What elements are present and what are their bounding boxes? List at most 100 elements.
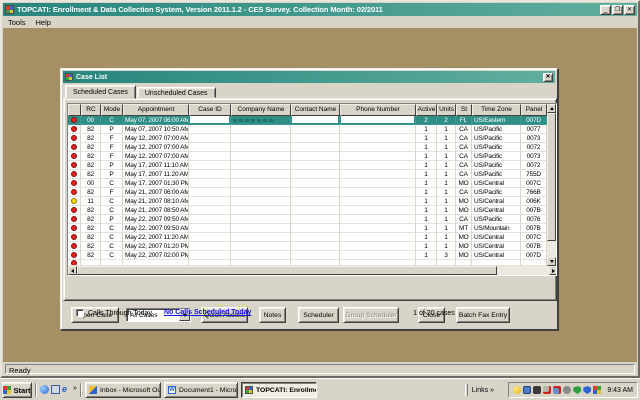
table-row[interactable]: 82FMay 12, 2007 07:00 AM11CAUS/Pacific00… [68,143,556,152]
cell-tz: US/Central [472,179,521,188]
cell-phone [340,143,416,152]
table-row[interactable]: 82CMay 22, 2007 09:50 AM11MTUS/Mountain0… [68,224,556,233]
window-title: TOPCATI: Enrollment & Data Collection Sy… [17,5,383,14]
tab-panel: RCModeAppointmentCase IDCompany NameCont… [63,98,557,301]
close-button[interactable]: ✕ [624,5,635,15]
tray-settings-gear-icon[interactable] [563,386,571,394]
table-row[interactable]: 00CMay 17, 2007 01:30 PM11MOUS/Central00… [68,179,556,188]
column-header-company[interactable]: Company Name [231,104,291,116]
scroll-left-icon[interactable] [68,266,77,275]
cell-st: CA [456,188,472,197]
column-header-appointment[interactable]: Appointment [123,104,189,116]
column-header-active[interactable]: Active [416,104,437,116]
column-header-mode[interactable]: Mode [101,104,123,116]
table-row[interactable]: 11CMay 21, 2007 08:10 AM11MOUS/Central00… [68,197,556,206]
tray-messenger-icon[interactable] [513,386,521,394]
cell-appointment: May 17, 2007 11:10 AM [123,161,189,170]
tab-scheduled-cases[interactable]: Scheduled Cases [65,85,136,99]
cell-appointment: May 22, 2007 09:50 AM [123,224,189,233]
tray-display-alert-icon[interactable] [553,386,561,394]
cell-mode: P [101,125,123,134]
status-text: Ready [5,364,635,374]
cell-dot [68,179,81,188]
tray-antivirus-shield-icon[interactable] [573,386,581,394]
column-header-panel[interactable]: Panel [521,104,547,116]
table-row[interactable]: 82CMay 22, 2007 02:00 PM13MOUS/Central00… [68,251,556,260]
column-header-rc[interactable]: RC [81,104,101,116]
dialog-close-icon[interactable]: ✕ [543,73,553,82]
task-outlook[interactable]: Inbox - Microsoft Outlook. [85,382,161,398]
column-header-contact[interactable]: Contact Name [291,104,340,116]
cell-panel: 007C [521,179,547,188]
quicklaunch-media-player-icon[interactable] [40,385,49,394]
cell-st: CA [456,215,472,224]
table-row[interactable]: 82CMay 22, 2007 01:20 PM11MOUS/Central00… [68,242,556,251]
table-row[interactable]: 82PMay 07, 2007 10:50 AM11CAUS/Pacific00… [68,125,556,134]
restore-button[interactable]: ❐ [612,5,623,15]
quicklaunch-internet-explorer-icon[interactable]: e [62,385,71,394]
links-chevron-icon[interactable]: » [490,387,494,394]
table-row[interactable]: 00CMay 07, 2007 06:00 AM22FLUS/Eastern00… [68,116,556,125]
cell-case_id [189,179,231,188]
column-header-tz[interactable]: Time Zone [472,104,521,116]
table-row[interactable]: 82PMay 17, 2007 11:10 AM11CAUS/Pacific00… [68,161,556,170]
tray-network-disconnected-icon[interactable] [543,386,551,394]
column-header-st[interactable]: St [456,104,472,116]
cell-st: CA [456,125,472,134]
horizontal-scrollbar[interactable] [68,266,557,275]
cell-tz: US/Central [472,242,521,251]
tray-security-shield-icon[interactable] [583,386,591,394]
scroll-up-icon[interactable] [547,104,556,113]
vertical-scroll-thumb[interactable] [547,113,556,241]
tray-display-icon[interactable] [523,386,531,394]
cell-appointment: May 07, 2007 10:50 AM [123,125,189,134]
cell-appointment: May 12, 2007 07:00 AM [123,134,189,143]
cell-company [231,161,291,170]
cell-active: 1 [416,161,437,170]
menu-tools[interactable]: Tools [3,17,31,28]
no-calls-scheduled-link[interactable]: No Calls Scheduled Today [164,309,251,316]
tray-phone-icon[interactable] [533,386,541,394]
table-row[interactable]: 82CMay 22, 2007 11:20 AM11MOUS/Central00… [68,233,556,242]
table-row[interactable]: 82FMay 12, 2007 07:00 AM11CAUS/Pacific00… [68,134,556,143]
quicklaunch-show-desktop-icon[interactable] [51,385,60,394]
minimize-button[interactable]: _ [600,5,611,15]
column-header-phone[interactable]: Phone Number [340,104,416,116]
cell-mode: C [101,224,123,233]
tab-unscheduled-cases[interactable]: Unscheduled Cases [137,87,216,98]
column-header-dot[interactable] [68,104,81,116]
cell-mode: C [101,251,123,260]
table-row[interactable]: 82PMay 17, 2007 11:20 AM11CAUS/Pacific75… [68,170,556,179]
table-row[interactable]: 82CMay 21, 2007 08:50 AM11MOUS/Central00… [68,206,556,215]
scroll-right-icon[interactable] [549,266,557,275]
cell-panel: 0076 [521,215,547,224]
task-word[interactable]: W Document1 - Microsoft W... [164,382,238,398]
scroll-down-icon[interactable] [547,257,556,266]
case-table[interactable]: RCModeAppointmentCase IDCompany NameCont… [67,103,557,276]
menu-help[interactable]: Help [31,17,56,28]
cell-tz: US/Pacific [472,161,521,170]
calls-through-today-checkbox[interactable] [76,309,84,317]
red-status-dot-icon [71,162,77,168]
cell-rc: 82 [81,134,101,143]
table-row[interactable]: 82FMay 21, 2007 06:00 AM11CAUS/Pacific76… [68,188,556,197]
tray-windows-update-icon[interactable] [593,386,601,394]
table-row[interactable]: 82PMay 22, 2007 09:50 AM11CAUS/Pacific00… [68,215,556,224]
toolbar-grip[interactable] [465,384,468,396]
horizontal-scroll-thumb[interactable] [77,266,497,275]
cell-appointment: May 22, 2007 11:20 AM [123,233,189,242]
cell-units: 1 [437,188,456,197]
cell-active: 1 [416,197,437,206]
start-button[interactable]: Start [2,382,32,398]
column-header-case_id[interactable]: Case ID [189,104,231,116]
notes-button[interactable]: Notes [259,307,286,323]
cell-rc: 82 [81,251,101,260]
quicklaunch-chevron-icon[interactable]: » [73,385,77,392]
column-header-units[interactable]: Units [437,104,456,116]
table-row[interactable]: 82FMay 12, 2007 07:00 AM11CAUS/Pacific00… [68,152,556,161]
vertical-scrollbar[interactable] [547,104,556,266]
task-topcati[interactable]: TOPCATI: Enrollment... [241,382,317,398]
cell-dot [68,161,81,170]
links-toolbar[interactable]: Links » [465,384,494,396]
scheduler-button[interactable]: Scheduler [298,307,339,323]
